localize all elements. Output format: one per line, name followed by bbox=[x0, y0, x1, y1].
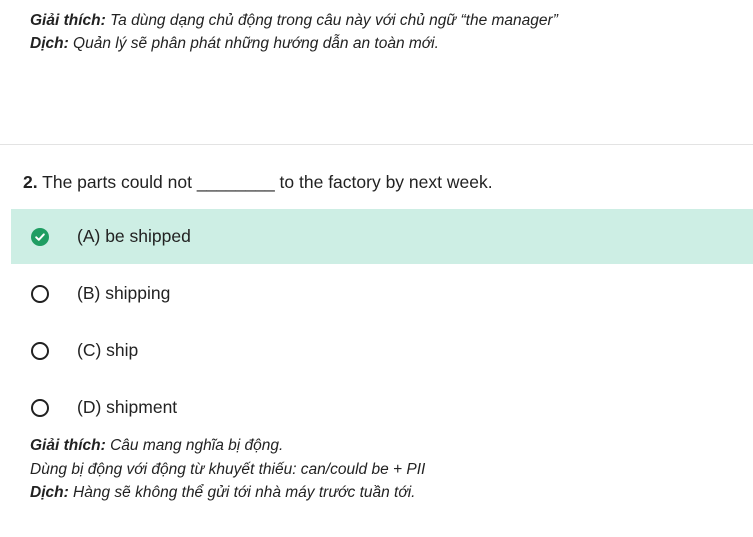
option-a-label: (A) be shipped bbox=[77, 226, 191, 246]
question-body: The parts could not ________ to the fact… bbox=[37, 172, 493, 192]
prev-translate-line: Dịch: Quản lý sẽ phân phát những hướng d… bbox=[30, 32, 558, 55]
translate-label: Dịch: bbox=[30, 484, 69, 501]
answer-options: (A) be shipped (B) shipping (C) ship (D)… bbox=[11, 209, 753, 437]
option-d[interactable]: (D) shipment bbox=[11, 380, 753, 435]
explain-text: Câu mang nghĩa bị động. bbox=[105, 437, 284, 454]
translate-line: Dịch: Hàng sẽ không thể gửi tới nhà máy … bbox=[30, 481, 425, 505]
prev-explain-text: Ta dùng dạng chủ động trong câu này với … bbox=[105, 12, 558, 29]
option-c-label: (C) ship bbox=[77, 340, 139, 360]
check-circle-icon bbox=[31, 227, 49, 246]
option-a[interactable]: (A) be shipped bbox=[11, 209, 753, 264]
option-b[interactable]: (B) shipping bbox=[11, 266, 753, 321]
prev-explain-line: Giải thích: Ta dùng dạng chủ động trong … bbox=[30, 9, 558, 32]
radio-circle-icon[interactable] bbox=[31, 341, 49, 360]
previous-explanation: Giải thích: Ta dùng dạng chủ động trong … bbox=[30, 9, 558, 55]
prev-translate-label: Dịch: bbox=[30, 35, 69, 52]
option-d-label: (D) shipment bbox=[77, 397, 178, 417]
question-number: 2. bbox=[23, 172, 38, 192]
answer-explanation: Giải thích: Câu mang nghĩa bị động. Dùng… bbox=[30, 434, 425, 505]
prev-translate-text: Quản lý sẽ phân phát những hướng dẫn an … bbox=[68, 35, 439, 52]
explain-line: Giải thích: Câu mang nghĩa bị động. bbox=[30, 434, 425, 458]
explain-label: Giải thích: bbox=[30, 437, 106, 454]
explain-line-2: Dùng bị động với động từ khuyết thiếu: c… bbox=[30, 460, 426, 478]
option-c[interactable]: (C) ship bbox=[11, 323, 753, 378]
radio-circle-icon[interactable] bbox=[31, 398, 49, 417]
option-b-label: (B) shipping bbox=[77, 283, 171, 303]
radio-circle-icon[interactable] bbox=[31, 284, 49, 303]
quiz-page: Giải thích: Ta dùng dạng chủ động trong … bbox=[0, 0, 753, 537]
prev-explain-label: Giải thích: bbox=[30, 12, 106, 29]
translate-text: Hàng sẽ không thể gửi tới nhà máy trước … bbox=[68, 484, 416, 501]
question-text: 2. The parts could not ________ to the f… bbox=[23, 170, 493, 194]
section-divider bbox=[0, 144, 753, 145]
